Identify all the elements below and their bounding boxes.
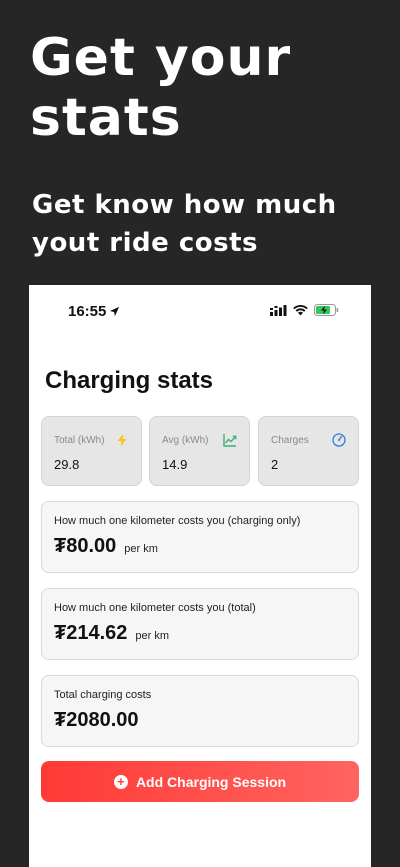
cost-amount: ₮214.62 bbox=[54, 622, 128, 644]
status-icons bbox=[270, 304, 339, 316]
cost-amount: ₮80.00 bbox=[54, 535, 117, 557]
page-title: Charging stats bbox=[45, 367, 214, 394]
promo-title-line: stats bbox=[30, 88, 182, 148]
add-charging-session-button[interactable]: + Add Charging Session bbox=[41, 761, 359, 802]
stat-label: Charges bbox=[271, 435, 309, 446]
cost-amount: ₮2080.00 bbox=[54, 709, 139, 731]
trend-chart-icon bbox=[223, 434, 237, 447]
signal-icon bbox=[270, 304, 287, 316]
cost-value-row: ₮80.00 per km bbox=[54, 535, 158, 558]
status-time: 16:55 bbox=[68, 303, 120, 320]
stat-value: 29.8 bbox=[54, 457, 80, 472]
stat-value: 14.9 bbox=[162, 457, 188, 472]
lightning-icon bbox=[117, 433, 127, 447]
cost-card-total-charging: Total charging costs ₮2080.00 bbox=[41, 675, 359, 747]
plus-circle-icon: + bbox=[113, 774, 128, 789]
cost-value-row: ₮2080.00 bbox=[54, 709, 139, 732]
promo-subtitle-line: Get know how much bbox=[32, 190, 337, 220]
location-arrow-icon bbox=[110, 306, 120, 317]
stat-card-charges: Charges 2 bbox=[258, 416, 359, 486]
add-charging-session-label: Add Charging Session bbox=[135, 773, 287, 790]
wifi-icon bbox=[293, 304, 308, 315]
clock-time: 16:55 bbox=[68, 303, 107, 320]
promo-title: Get your stats bbox=[30, 28, 291, 148]
cost-label: How much one kilometer costs you (chargi… bbox=[54, 515, 301, 527]
phone-screen: 16:55 Charging stats Total (kWh) 29.8 Av… bbox=[29, 285, 371, 867]
stat-value: 2 bbox=[271, 457, 279, 472]
promo-subtitle: Get know how much yout ride costs bbox=[32, 186, 337, 262]
stat-label: Avg (kWh) bbox=[162, 435, 209, 446]
cost-card-charging-per-km: How much one kilometer costs you (chargi… bbox=[41, 501, 359, 573]
cost-unit: per km bbox=[124, 543, 158, 555]
stat-label: Total (kWh) bbox=[54, 435, 105, 446]
cost-unit: per km bbox=[135, 630, 170, 642]
battery-charging-icon bbox=[314, 304, 339, 316]
cost-label: Total charging costs bbox=[54, 689, 152, 701]
cost-card-total-per-km: How much one kilometer costs you (total)… bbox=[41, 588, 359, 660]
promo-title-line: Get your bbox=[30, 28, 292, 88]
stat-card-total: Total (kWh) 29.8 bbox=[41, 416, 142, 486]
promo-subtitle-line: yout ride costs bbox=[32, 228, 258, 258]
gauge-icon bbox=[332, 433, 346, 447]
stat-card-avg: Avg (kWh) 14.9 bbox=[149, 416, 250, 486]
cost-label: How much one kilometer costs you (total) bbox=[54, 602, 256, 614]
cost-value-row: ₮214.62 per km bbox=[54, 622, 169, 645]
status-bar: 16:55 bbox=[29, 285, 371, 335]
